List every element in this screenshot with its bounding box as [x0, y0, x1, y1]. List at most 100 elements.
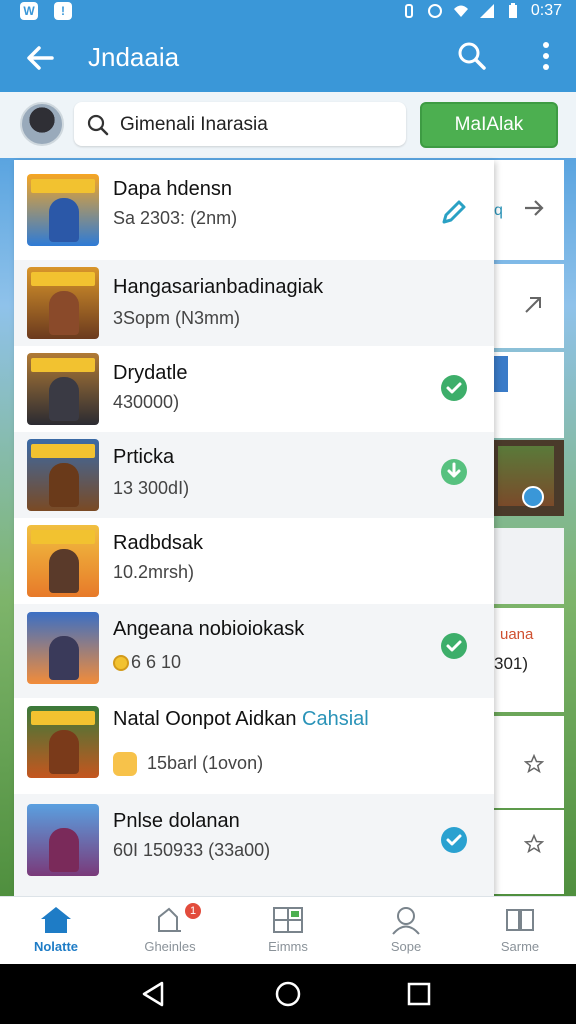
badge-icon [113, 752, 137, 776]
item-subtitle: 60I 150933 (33a00) [113, 840, 271, 860]
back-card-text: uana [500, 626, 534, 643]
recents-square-icon[interactable] [406, 980, 432, 1008]
item-title: Pnlse dolanan [113, 810, 240, 832]
game-thumbnail [27, 612, 99, 684]
nav-item-profile[interactable]: Sope [356, 905, 456, 954]
game-thumbnail [27, 267, 99, 339]
item-title: Radbdsak [113, 532, 204, 554]
item-subtitle: Sa 2303: (2nm) [113, 208, 238, 228]
nav-label: Sope [390, 939, 422, 954]
nav-item-bookmarks[interactable]: 1 Gheinles [120, 903, 220, 954]
status-time: 0:37 [530, 2, 562, 19]
game-thumbnail [27, 439, 99, 511]
back-card [494, 352, 564, 438]
system-nav-bar [0, 964, 576, 1024]
bookmark-icon [158, 907, 181, 932]
app-bar: Jndaaia [0, 24, 576, 92]
item-subtitle: 10.2mrsh) [113, 562, 195, 582]
list-item[interactable]: Radbdsak 10.2mrsh) [14, 518, 494, 604]
avatar[interactable] [20, 102, 64, 146]
check-icon [441, 827, 467, 853]
search-input[interactable]: Gimenali Inarasia [74, 102, 406, 146]
list-item[interactable]: Dapa hdensn Sa 2303: (2nm) [14, 160, 494, 260]
back-card-text: q [494, 202, 503, 219]
item-subtitle: 13 300dI) [113, 478, 190, 498]
back-card: uana 301) [494, 608, 564, 712]
item-subtitle-text: 6 6 10 [131, 652, 182, 672]
back-card[interactable] [494, 264, 564, 348]
game-thumbnail [27, 174, 99, 246]
item-title: Drydatle [113, 362, 188, 384]
nav-item-grid[interactable]: Eimms [238, 905, 338, 954]
game-thumbnail [27, 706, 99, 778]
back-card [494, 440, 564, 516]
list-item[interactable]: Prticka 13 300dI) [14, 432, 494, 518]
item-title: Prticka [113, 446, 175, 468]
nav-label: Sarme [500, 939, 540, 954]
item-title: Hangasarianbadinagiak [113, 276, 324, 298]
back-arrow-icon[interactable] [22, 40, 58, 76]
check-icon [441, 375, 467, 401]
home-circle-icon[interactable] [274, 980, 302, 1008]
status-bar: W ! 0:37 [0, 0, 576, 24]
battery-icon [508, 3, 517, 18]
wifi-icon [453, 5, 468, 17]
game-list: Dapa hdensn Sa 2303: (2nm) Hangasarianba… [14, 160, 494, 896]
item-title-text: Natal Oonpot Aidkan [113, 708, 297, 730]
search-value: Gimenali Inarasia [120, 114, 268, 135]
more-vert-icon[interactable] [540, 40, 552, 72]
nav-label: Eimms [268, 939, 308, 954]
game-thumbnail [27, 525, 99, 597]
game-thumbnail [494, 356, 508, 392]
check-icon [441, 633, 467, 659]
back-card [494, 716, 564, 808]
list-item[interactable]: Pnlse dolanan 60I 150933 (33a00) [14, 794, 494, 896]
vibrate-icon [404, 4, 413, 18]
profile-icon [392, 907, 420, 935]
edit-icon[interactable] [440, 198, 468, 226]
nav-label: Gheinles [144, 939, 196, 954]
item-subtitle: 430000) [113, 392, 180, 412]
list-item[interactable]: Natal Oonpot Aidkan Cahsial 15barl (1ovo… [14, 698, 494, 794]
item-title-accent: Cahsial [302, 708, 369, 730]
avatar [522, 486, 544, 508]
item-title: Dapa hdensn [113, 178, 232, 200]
star-icon[interactable] [524, 754, 544, 774]
back-card[interactable]: q [494, 160, 564, 260]
item-subtitle: 15barl (1ovon) [113, 752, 263, 776]
toolbar: Gimenali Inarasia MaIAlak [0, 92, 576, 158]
back-card-text: 301) [494, 654, 529, 673]
bottom-nav: Nolatte 1 Gheinles Eimms Sope Sarme [0, 896, 576, 964]
app-notification-icon: W [20, 2, 38, 20]
back-card [494, 810, 564, 894]
page-title: Jndaaia [88, 42, 180, 72]
share-icon[interactable] [522, 294, 544, 316]
back-card [494, 528, 564, 604]
list-item[interactable]: Drydatle 430000) [14, 346, 494, 432]
back-triangle-icon[interactable] [140, 980, 166, 1008]
grid-icon [273, 907, 303, 933]
sync-icon [427, 4, 442, 18]
nav-item-home[interactable]: Nolatte [6, 905, 106, 954]
forward-arrow-icon[interactable] [522, 196, 546, 220]
item-subtitle-text: 15barl (1ovon) [147, 752, 264, 773]
star-icon[interactable] [524, 834, 544, 854]
cards-icon [506, 909, 534, 931]
action-button[interactable]: MaIAlak [420, 102, 558, 148]
item-subtitle: 6 6 10 [113, 652, 181, 673]
item-subtitle: 3Sopm (N3mm) [113, 308, 241, 328]
game-thumbnail [27, 804, 99, 876]
item-title: Natal Oonpot Aidkan Cahsial [113, 708, 369, 731]
nav-item-cards[interactable]: Sarme [470, 905, 570, 954]
list-item[interactable]: Hangasarianbadinagiak 3Sopm (N3mm) [14, 260, 494, 346]
download-icon[interactable] [440, 458, 468, 486]
alert-notification-icon: ! [54, 2, 72, 20]
nav-label: Nolatte [33, 939, 79, 954]
signal-icon [479, 4, 494, 18]
game-thumbnail [27, 353, 99, 425]
search-icon [87, 114, 109, 136]
list-item[interactable]: Angeana nobioiokask 6 6 10 [14, 604, 494, 698]
item-title: Angeana nobioiokask [113, 618, 305, 640]
coin-icon [113, 655, 129, 672]
search-icon[interactable] [456, 40, 488, 72]
